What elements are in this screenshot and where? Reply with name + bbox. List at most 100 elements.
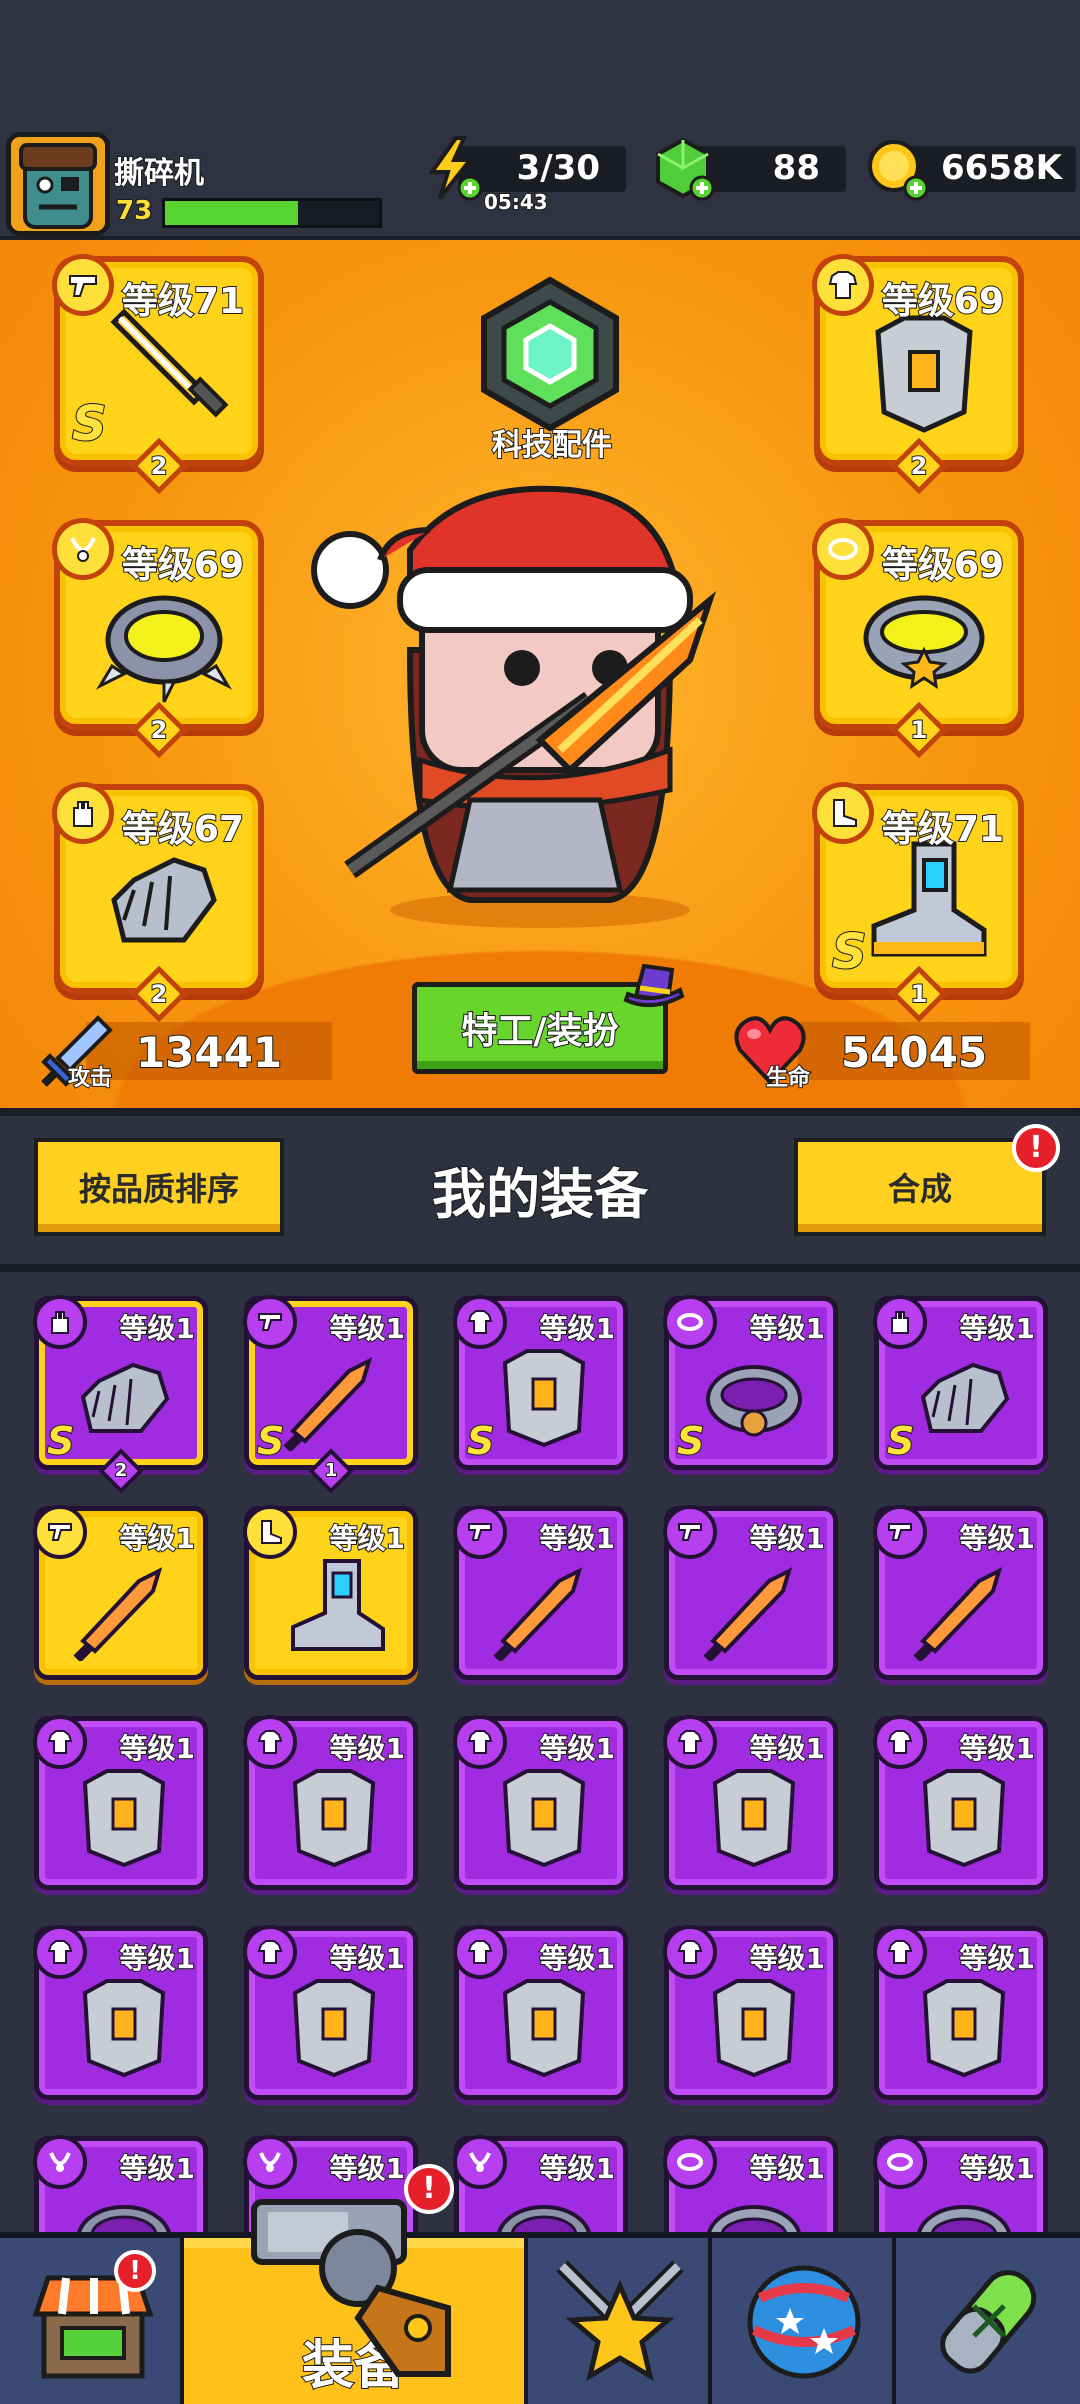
equipped-armor-slot[interactable]: 等级69 2 bbox=[812, 254, 1024, 495]
weapon-item-icon bbox=[73, 1567, 163, 1661]
nav-tab-evolution[interactable] bbox=[896, 2238, 1080, 2404]
inventory-item[interactable]: 等级1 bbox=[33, 2135, 208, 2232]
crossed-swords-star-icon bbox=[556, 2260, 684, 2382]
equipped-weapon-slot[interactable]: 等级71 S 2 bbox=[52, 254, 264, 495]
inventory-item[interactable]: 等级1 bbox=[663, 1715, 838, 1890]
inventory-item[interactable]: 等级1 S bbox=[453, 1295, 628, 1470]
necklace-item-icon bbox=[77, 2205, 171, 2232]
item-level: 等级1 bbox=[749, 1731, 826, 1766]
merge-button[interactable]: 合成 bbox=[794, 1138, 1046, 1236]
equipped-boots-slot[interactable]: 等级71 S 1 bbox=[812, 782, 1024, 1023]
item-level: 等级1 bbox=[959, 2151, 1036, 2186]
tech-accessory-label: 科技配件 bbox=[491, 427, 613, 464]
inventory-item[interactable]: 等级1 bbox=[243, 1715, 418, 1890]
armor-slot-icon bbox=[33, 1925, 87, 1979]
armor-item-icon bbox=[292, 1979, 376, 2078]
health-stat: 54045 bbox=[798, 1022, 1030, 1080]
armor-item-icon bbox=[922, 1769, 1006, 1868]
inventory-item[interactable]: 等级1 bbox=[243, 1925, 418, 2100]
inventory-item[interactable]: 等级1 bbox=[453, 1505, 628, 1680]
inventory-item[interactable]: 等级1 bbox=[243, 1505, 418, 1680]
nav-tab-talents[interactable] bbox=[528, 2238, 712, 2404]
rank-badge: S bbox=[676, 1418, 705, 1464]
green-gem-icon[interactable] bbox=[648, 134, 718, 204]
gloves-slot-icon bbox=[873, 1295, 927, 1349]
player-avatar[interactable] bbox=[6, 132, 110, 236]
hero-character[interactable] bbox=[290, 470, 750, 930]
inventory-item[interactable]: 等级1 bbox=[453, 1715, 628, 1890]
bottom-navigation: 装备 bbox=[0, 2232, 1080, 2404]
item-level: 等级1 bbox=[119, 1521, 196, 1556]
coin-value: 6658K bbox=[940, 147, 1063, 189]
gloves-item-icon bbox=[920, 1362, 1010, 1433]
item-level: 等级1 bbox=[119, 1731, 196, 1766]
item-level: 等级1 bbox=[749, 1941, 826, 1976]
nav-tab-shop[interactable] bbox=[0, 2238, 184, 2404]
xp-bar-fill bbox=[165, 201, 298, 225]
rank-badge: S bbox=[71, 395, 108, 453]
armor-item-icon bbox=[82, 1769, 166, 1868]
inventory-item[interactable]: 等级1 bbox=[663, 2135, 838, 2232]
attack-value: 13441 bbox=[135, 1027, 283, 1078]
inventory-item[interactable]: 等级1 bbox=[453, 1925, 628, 2100]
gloves-slot-icon bbox=[52, 782, 114, 844]
armor-slot-icon bbox=[453, 1295, 507, 1349]
armor-slot-icon bbox=[453, 1715, 507, 1769]
inventory-item[interactable]: 等级1 bbox=[33, 1925, 208, 2100]
inventory-item[interactable]: 等级1 S bbox=[873, 1295, 1048, 1470]
equipped-necklace-slot[interactable]: 等级69 2 bbox=[52, 518, 264, 759]
inventory-item[interactable]: 等级1 S bbox=[663, 1295, 838, 1470]
boots-slot-icon bbox=[243, 1505, 297, 1559]
item-level: 等级1 bbox=[539, 1731, 616, 1766]
item-level: 等级1 bbox=[539, 1941, 616, 1976]
boots-item-icon bbox=[291, 1559, 385, 1651]
inventory-item[interactable]: 等级1 bbox=[873, 1505, 1048, 1680]
armor-item-icon bbox=[502, 1349, 586, 1448]
belt-slot-icon bbox=[873, 2135, 927, 2189]
energy-bolt-icon[interactable] bbox=[418, 134, 488, 204]
inventory-item[interactable]: 等级1 bbox=[873, 1925, 1048, 2100]
weapon-slot-icon bbox=[873, 1505, 927, 1559]
weapon-item-icon bbox=[493, 1567, 583, 1661]
nav-tab-world[interactable] bbox=[712, 2238, 896, 2404]
armor-item-icon bbox=[922, 1979, 1006, 2078]
inventory-item[interactable]: 等级1 bbox=[33, 1715, 208, 1890]
armor-slot-icon bbox=[812, 254, 874, 316]
item-level: 等级1 bbox=[539, 1311, 616, 1346]
belt-slot-icon bbox=[663, 1295, 717, 1349]
inventory-item[interactable]: 等级1 S 2 bbox=[33, 1295, 208, 1494]
revolver-icon bbox=[251, 2199, 451, 2377]
rank-badge: S bbox=[831, 923, 868, 981]
equipped-gloves-slot[interactable]: 等级67 2 bbox=[52, 782, 264, 1023]
weapon-slot-icon bbox=[33, 1505, 87, 1559]
item-level: 等级1 bbox=[749, 2151, 826, 2186]
belt-slot-icon bbox=[812, 518, 874, 580]
inventory-item[interactable]: 等级1 bbox=[453, 2135, 628, 2232]
armor-item-icon bbox=[712, 1979, 796, 2078]
inventory-item[interactable]: 等级1 bbox=[873, 1715, 1048, 1890]
health-label: 生命 bbox=[765, 1065, 811, 1092]
gold-coin-icon[interactable] bbox=[862, 134, 932, 204]
item-level: 等级1 bbox=[959, 1311, 1036, 1346]
inventory-item[interactable]: 等级1 bbox=[33, 1505, 208, 1680]
rank-badge: S bbox=[466, 1418, 495, 1464]
xp-bar bbox=[162, 198, 382, 228]
inventory-item[interactable]: 等级1 bbox=[663, 1925, 838, 2100]
inventory-item[interactable]: 等级1 bbox=[873, 2135, 1048, 2232]
attack-stat: 13441 bbox=[86, 1022, 332, 1080]
item-level: 等级1 bbox=[749, 1311, 826, 1346]
tech-accessory-icon[interactable] bbox=[470, 274, 630, 434]
armor-item-icon bbox=[82, 1979, 166, 2078]
necklace-slot-icon bbox=[52, 518, 114, 580]
gear-level: 等级71 bbox=[881, 808, 1005, 851]
item-level: 等级1 bbox=[749, 1521, 826, 1556]
armor-item-icon bbox=[712, 1769, 796, 1868]
inventory-item[interactable]: 等级1 bbox=[663, 1505, 838, 1680]
belt-item-icon bbox=[706, 1365, 802, 1437]
inventory-item[interactable]: 等级1 S 1 bbox=[243, 1295, 418, 1494]
armor-item-icon bbox=[502, 1979, 586, 2078]
item-level: 等级1 bbox=[329, 1521, 406, 1556]
armor-slot-icon bbox=[33, 1715, 87, 1769]
star-count-badge: 1 bbox=[308, 1448, 354, 1494]
equipped-belt-slot[interactable]: 等级69 1 bbox=[812, 518, 1024, 759]
